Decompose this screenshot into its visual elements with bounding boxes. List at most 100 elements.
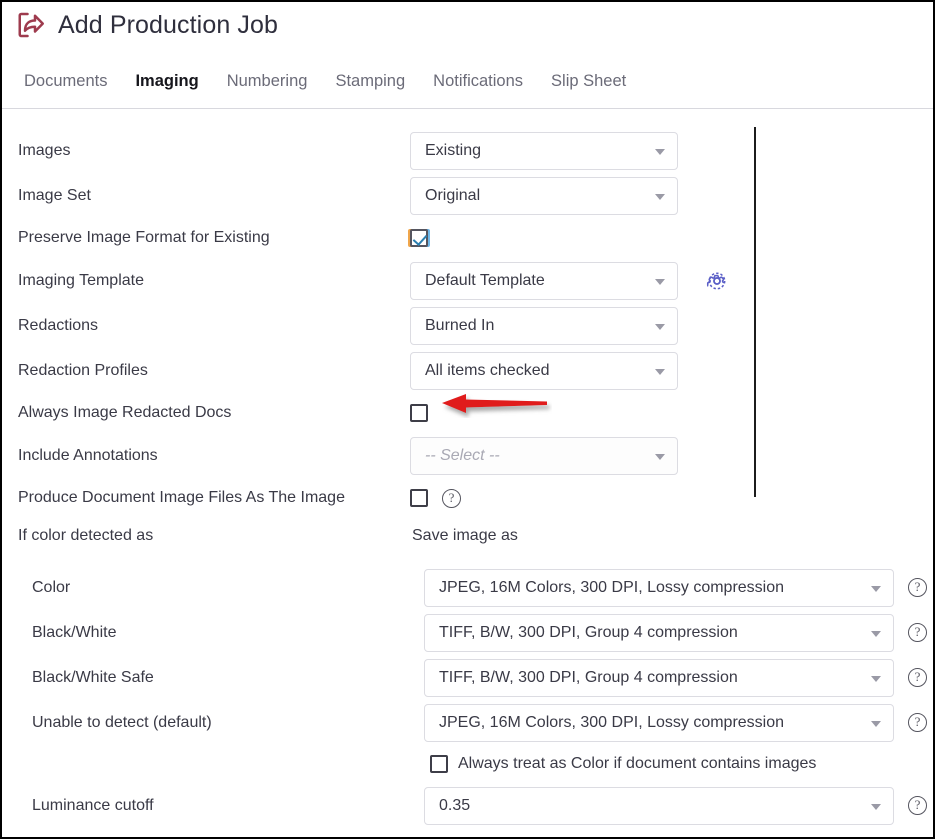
field-row-produce-document-image-files: Produce Document Image Files As The Imag… xyxy=(2,478,933,518)
luminance-cutoff-select[interactable]: 0.35 xyxy=(424,786,894,825)
row-black-white: Black/White TIFF, B/W, 300 DPI, Group 4 … xyxy=(2,610,933,655)
tab-imaging[interactable]: Imaging xyxy=(135,72,198,93)
always-treat-as-color-group[interactable]: Always treat as Color if document contai… xyxy=(430,755,816,773)
field-row-preserve-image-format: Preserve Image Format for Existing xyxy=(2,218,933,258)
field-row-redaction-profiles: Redaction Profiles All items checked xyxy=(2,348,933,393)
control-produce-document-image-files: ? xyxy=(410,488,461,508)
control-image-set: Original xyxy=(410,176,678,215)
gear-icon[interactable] xyxy=(706,270,728,292)
color-detection-section: If color detected as Save image as Color… xyxy=(2,527,933,828)
tab-bar: Documents Imaging Numbering Stamping Not… xyxy=(24,72,626,93)
help-icon[interactable]: ? xyxy=(908,578,927,597)
label-luminance-cutoff: Luminance cutoff xyxy=(32,796,154,814)
save-image-as-header: Save image as xyxy=(412,527,518,544)
help-icon[interactable]: ? xyxy=(908,796,927,815)
tab-divider xyxy=(2,108,933,109)
control-black-white-safe: TIFF, B/W, 300 DPI, Group 4 compression … xyxy=(424,658,927,697)
unable-to-detect-format-value: JPEG, 16M Colors, 300 DPI, Lossy compres… xyxy=(439,713,785,731)
control-always-image-redacted xyxy=(410,404,428,422)
include-annotations-select-value: -- Select -- xyxy=(425,446,500,464)
label-produce-document-image-files: Produce Document Image Files As The Imag… xyxy=(18,489,345,506)
label-imaging-template: Imaging Template xyxy=(18,271,144,289)
chevron-down-icon xyxy=(655,148,665,155)
always-treat-as-color-checkbox[interactable] xyxy=(430,755,448,773)
color-format-select[interactable]: JPEG, 16M Colors, 300 DPI, Lossy compres… xyxy=(424,568,894,607)
control-redactions: Burned In xyxy=(410,306,678,345)
black-white-format-value: TIFF, B/W, 300 DPI, Group 4 compression xyxy=(439,623,738,641)
unable-to-detect-format-select[interactable]: JPEG, 16M Colors, 300 DPI, Lossy compres… xyxy=(424,703,894,742)
chevron-down-icon xyxy=(871,803,881,810)
imaging-template-select[interactable]: Default Template xyxy=(410,261,678,300)
black-white-format-select[interactable]: TIFF, B/W, 300 DPI, Group 4 compression xyxy=(424,613,894,652)
imaging-settings-form: Images Existing Image Set Original Prese… xyxy=(2,128,933,518)
help-icon[interactable]: ? xyxy=(908,668,927,687)
if-color-detected-as-header: If color detected as xyxy=(18,527,154,544)
control-black-white: TIFF, B/W, 300 DPI, Group 4 compression … xyxy=(424,613,927,652)
produce-document-image-files-checkbox[interactable] xyxy=(410,489,428,507)
help-icon[interactable]: ? xyxy=(442,488,461,508)
control-include-annotations: -- Select -- xyxy=(410,436,678,475)
share-export-icon xyxy=(18,12,44,38)
chevron-down-icon xyxy=(871,630,881,637)
image-set-select-value: Original xyxy=(425,186,481,204)
black-white-safe-format-value: TIFF, B/W, 300 DPI, Group 4 compression xyxy=(439,668,738,686)
control-imaging-template: Default Template xyxy=(410,261,728,300)
image-set-select[interactable]: Original xyxy=(410,176,678,215)
label-include-annotations: Include Annotations xyxy=(18,446,158,464)
imaging-template-select-value: Default Template xyxy=(425,271,545,289)
control-luminance-cutoff: 0.35 ? xyxy=(424,786,927,825)
redactions-select[interactable]: Burned In xyxy=(410,306,678,345)
label-black-white: Black/White xyxy=(32,623,117,641)
tab-slip-sheet[interactable]: Slip Sheet xyxy=(551,72,626,93)
chevron-down-icon xyxy=(871,585,881,592)
label-redaction-profiles: Redaction Profiles xyxy=(18,361,148,379)
label-black-white-safe: Black/White Safe xyxy=(32,668,154,686)
redaction-profiles-select[interactable]: All items checked xyxy=(410,351,678,390)
control-unable-to-detect: JPEG, 16M Colors, 300 DPI, Lossy compres… xyxy=(424,703,927,742)
black-white-safe-format-select[interactable]: TIFF, B/W, 300 DPI, Group 4 compression xyxy=(424,658,894,697)
control-images: Existing xyxy=(410,131,678,170)
field-row-always-image-redacted: Always Image Redacted Docs xyxy=(2,393,933,433)
control-redaction-profiles: All items checked xyxy=(410,351,678,390)
help-icon[interactable]: ? xyxy=(908,713,927,732)
images-select-value: Existing xyxy=(425,141,482,159)
page-title: Add Production Job xyxy=(58,10,279,39)
label-redactions: Redactions xyxy=(18,316,99,334)
field-row-redactions: Redactions Burned In xyxy=(2,303,933,348)
label-color: Color xyxy=(32,578,71,596)
chevron-down-icon xyxy=(655,368,665,375)
preserve-image-format-checkbox[interactable] xyxy=(410,229,428,247)
label-image-set: Image Set xyxy=(18,186,91,204)
field-row-imaging-template: Imaging Template Default Template xyxy=(2,258,933,303)
label-preserve-image-format: Preserve Image Format for Existing xyxy=(18,229,270,246)
field-row-image-set: Image Set Original xyxy=(2,173,933,218)
control-preserve-image-format xyxy=(410,229,428,247)
chevron-down-icon xyxy=(655,278,665,285)
dialog-header: Add Production Job xyxy=(16,10,278,40)
label-always-image-redacted: Always Image Redacted Docs xyxy=(18,404,232,421)
color-section-headers: If color detected as Save image as xyxy=(2,527,933,565)
tab-numbering[interactable]: Numbering xyxy=(227,72,308,93)
tab-notifications[interactable]: Notifications xyxy=(433,72,523,93)
chevron-down-icon xyxy=(655,323,665,330)
help-icon[interactable]: ? xyxy=(908,623,927,642)
chevron-down-icon xyxy=(871,675,881,682)
include-annotations-select[interactable]: -- Select -- xyxy=(410,436,678,475)
redaction-profiles-select-value: All items checked xyxy=(425,361,550,379)
row-black-white-safe: Black/White Safe TIFF, B/W, 300 DPI, Gro… xyxy=(2,655,933,700)
label-unable-to-detect: Unable to detect (default) xyxy=(32,713,212,731)
row-luminance-cutoff: Luminance cutoff 0.35 ? xyxy=(2,783,933,828)
tab-stamping[interactable]: Stamping xyxy=(335,72,405,93)
row-unable-to-detect: Unable to detect (default) JPEG, 16M Col… xyxy=(2,700,933,745)
redactions-select-value: Burned In xyxy=(425,316,495,334)
row-color: Color JPEG, 16M Colors, 300 DPI, Lossy c… xyxy=(2,565,933,610)
chevron-down-icon xyxy=(871,720,881,727)
tab-documents[interactable]: Documents xyxy=(24,72,107,93)
always-image-redacted-checkbox[interactable] xyxy=(410,404,428,422)
images-select[interactable]: Existing xyxy=(410,131,678,170)
field-row-include-annotations: Include Annotations -- Select -- xyxy=(2,433,933,478)
label-images: Images xyxy=(18,141,71,159)
field-row-images: Images Existing xyxy=(2,128,933,173)
add-production-job-dialog: Add Production Job Documents Imaging Num… xyxy=(0,0,935,839)
chevron-down-icon xyxy=(655,193,665,200)
